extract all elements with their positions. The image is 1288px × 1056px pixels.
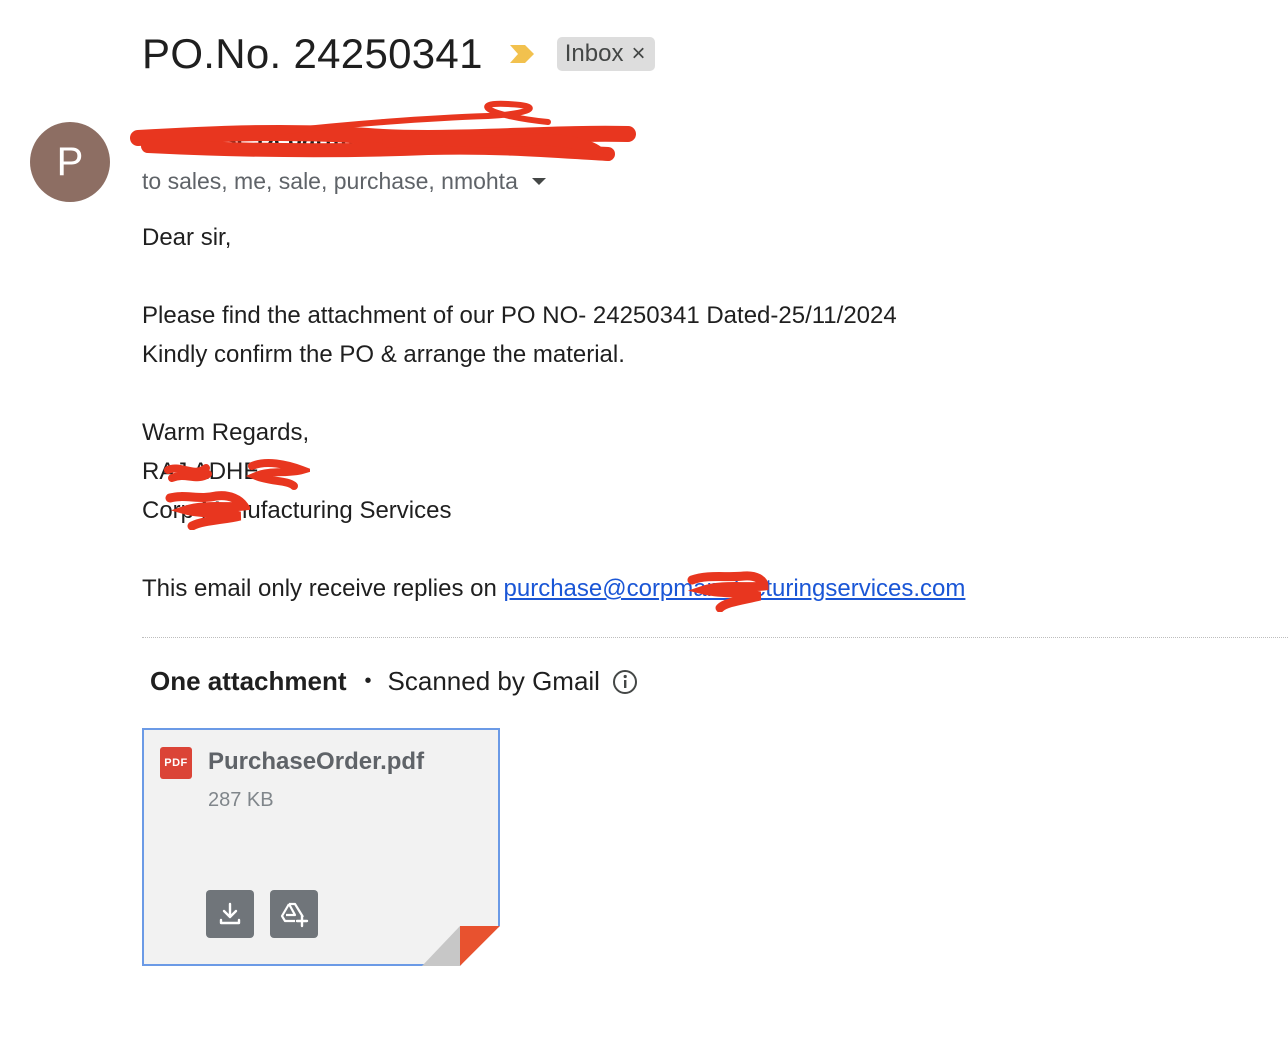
inbox-label-chip[interactable]: Inbox × bbox=[556, 37, 656, 71]
subject-row: PO.No. 24250341 Inbox × bbox=[142, 28, 656, 80]
avatar[interactable]: P bbox=[30, 122, 110, 202]
add-to-drive-icon bbox=[280, 902, 309, 928]
add-to-drive-button[interactable] bbox=[270, 890, 318, 938]
attachment-card[interactable]: PDF PurchaseOrder.pdf 287 KB bbox=[142, 728, 500, 966]
attachment-count: One attachment bbox=[150, 666, 347, 696]
avatar-letter: P bbox=[56, 139, 84, 184]
inbox-label-text: Inbox bbox=[564, 40, 624, 67]
email-subject: PO.No. 24250341 bbox=[142, 30, 483, 77]
recipients-row[interactable]: to sales, me, sale, purchase, nmohta bbox=[142, 168, 546, 195]
redaction-scribble bbox=[687, 571, 769, 612]
pdf-file-icon: PDF bbox=[160, 747, 192, 779]
reply-note-text: This email only receive replies on bbox=[142, 575, 497, 602]
closing-line: Warm Regards, bbox=[142, 419, 310, 446]
attachments-header: One attachment • Scanned by Gmail bbox=[150, 666, 638, 697]
header-separator: • bbox=[364, 670, 372, 692]
page-fold-corner bbox=[422, 926, 500, 966]
scanned-by-gmail: Scanned by Gmail bbox=[387, 666, 600, 696]
chevron-down-icon[interactable] bbox=[531, 178, 546, 185]
attachment-file-name: PurchaseOrder.pdf bbox=[208, 748, 425, 775]
download-button[interactable] bbox=[206, 890, 254, 938]
redaction-scribble bbox=[164, 459, 310, 490]
attachment-file-size: 287 KB bbox=[208, 789, 274, 811]
reply-notice: This email only receive replies on purch… bbox=[142, 569, 965, 608]
body-line-attachment: Please find the attachment of our PO NO-… bbox=[142, 302, 897, 329]
redaction-scribble bbox=[165, 491, 250, 530]
redaction-scribble bbox=[130, 100, 636, 161]
info-icon[interactable] bbox=[612, 669, 638, 695]
importance-marker-icon[interactable] bbox=[509, 43, 535, 65]
remove-label-icon[interactable]: × bbox=[631, 42, 645, 66]
greeting-line: Dear sir, bbox=[142, 224, 232, 251]
body-line-confirm: Kindly confirm the PO & arrange the mate… bbox=[142, 341, 625, 368]
attachments-divider bbox=[142, 637, 1288, 638]
recipients-list: to sales, me, sale, purchase, nmohta bbox=[142, 168, 518, 194]
download-icon bbox=[219, 902, 241, 925]
